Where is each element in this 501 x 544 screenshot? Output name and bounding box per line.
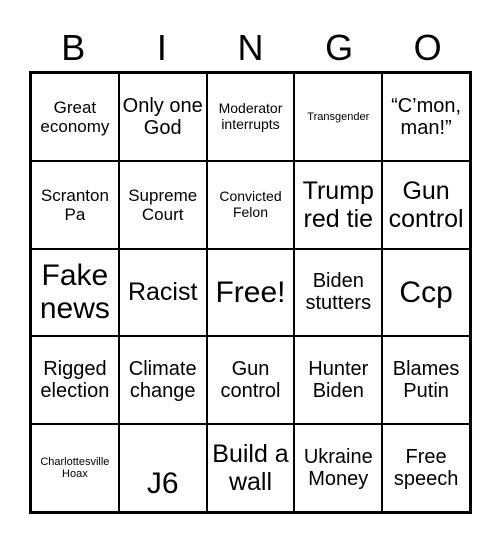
- header-letter-i: I: [156, 27, 167, 68]
- bingo-header: B I N G O: [29, 26, 472, 70]
- bingo-cell[interactable]: Rigged election: [31, 336, 119, 425]
- bingo-cell[interactable]: J6: [118, 424, 207, 512]
- bingo-cell[interactable]: Ukraine Money: [294, 424, 383, 512]
- bingo-cell[interactable]: Hunter Biden: [294, 336, 383, 425]
- header-letter-b: B: [61, 27, 86, 68]
- bingo-cell[interactable]: Gun control: [206, 336, 295, 425]
- header-letter-o: O: [413, 27, 442, 68]
- header-letter-n: N: [237, 27, 264, 68]
- bingo-cell[interactable]: Charlottesville Hoax: [31, 424, 119, 512]
- bingo-cell[interactable]: “C’mon, man!”: [382, 73, 470, 161]
- bingo-cell[interactable]: Fake news: [31, 248, 119, 337]
- bingo-cell[interactable]: Ccp: [382, 248, 470, 337]
- bingo-cell[interactable]: Great economy: [31, 73, 119, 161]
- bingo-cell[interactable]: Convicted Felon: [206, 160, 295, 249]
- bingo-cell[interactable]: Only one God: [118, 73, 207, 161]
- bingo-cell[interactable]: Transgender: [294, 73, 383, 161]
- bingo-cell[interactable]: Build a wall: [206, 424, 295, 512]
- bingo-grid: Great economy Only one God Moderator int…: [29, 71, 472, 514]
- bingo-cell[interactable]: Climate change: [118, 336, 207, 425]
- bingo-cell[interactable]: Biden stutters: [294, 248, 383, 337]
- bingo-cell[interactable]: Moderator interrupts: [206, 73, 295, 161]
- bingo-cell[interactable]: Trump red tie: [294, 160, 383, 249]
- bingo-cell[interactable]: Supreme Court: [118, 160, 207, 249]
- bingo-cell-free-space[interactable]: Free!: [206, 248, 295, 337]
- bingo-cell[interactable]: Blames Putin: [382, 336, 470, 425]
- header-letter-g: G: [325, 27, 354, 68]
- bingo-cell[interactable]: Scranton Pa: [31, 160, 119, 249]
- bingo-cell[interactable]: Gun control: [382, 160, 470, 249]
- bingo-cell[interactable]: Free speech: [382, 424, 470, 512]
- bingo-cell[interactable]: Racist: [118, 248, 207, 337]
